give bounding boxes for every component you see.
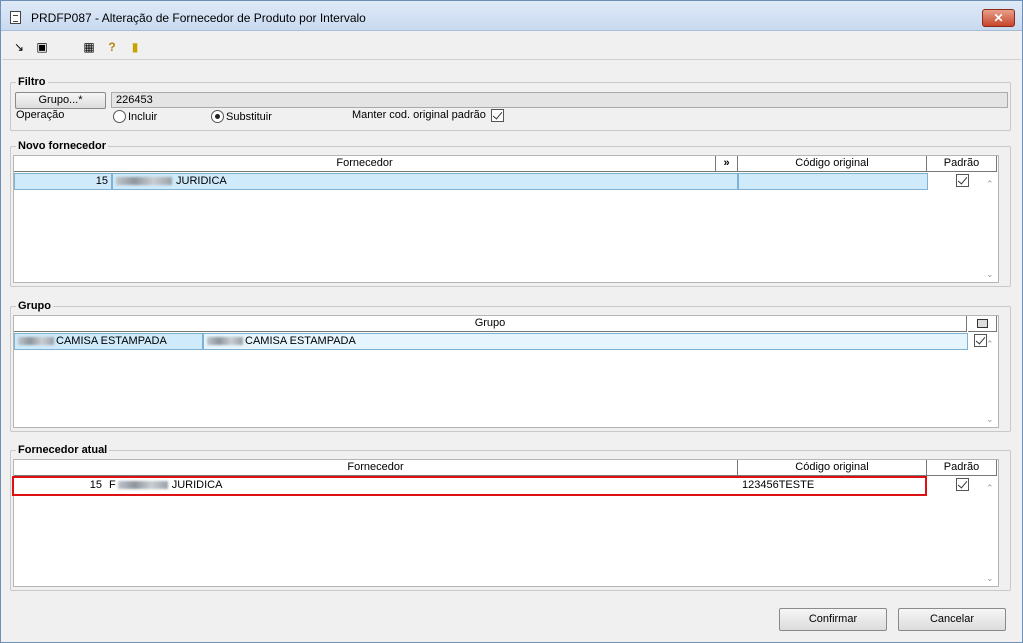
padrao-checkbox[interactable] (956, 478, 969, 491)
main-window: PRDFP087 - Alteração de Fornecedor de Pr… (0, 0, 1023, 643)
substituir-label[interactable]: Substituir (226, 111, 272, 124)
redacted-text (117, 481, 168, 490)
confirmar-button[interactable]: Confirmar (779, 608, 887, 631)
redacted-text (18, 337, 54, 346)
col-header-fornecedor[interactable]: Fornecedor (14, 156, 716, 172)
col-header-fornecedor[interactable]: Fornecedor (14, 460, 738, 476)
vertical-scrollbar[interactable]: ⌃ ⌄ (982, 336, 998, 427)
col-header-codigo-original[interactable]: Código original (738, 460, 927, 476)
novo-fornecedor-legend: Novo fornecedor (16, 140, 109, 152)
table-row[interactable]: 15 JURIDICA (14, 173, 997, 190)
grupo-legend: Grupo (16, 300, 53, 312)
grupo-cell-2[interactable]: CAMISA ESTAMPADA (203, 333, 968, 350)
grupo-button-label: Grupo...* (38, 94, 83, 106)
grupo-col1-text: CAMISA ESTAMPADA (56, 335, 167, 347)
copy-icon[interactable]: ▣ (34, 39, 50, 55)
help-icon[interactable]: ? (104, 39, 120, 55)
scroll-down-icon[interactable]: ⌄ (986, 270, 994, 279)
grupo-value-field[interactable]: 226453 (111, 92, 1008, 108)
redacted-text (116, 177, 172, 186)
scroll-up-icon[interactable]: ⌃ (986, 484, 994, 493)
table-row[interactable]: 15 F JURIDICA 123456TESTE (14, 477, 997, 494)
grupo-group: Grupo Grupo CAMISA ESTAMPADA CAMISA ESTA… (10, 300, 1011, 432)
title-bar: PRDFP087 - Alteração de Fornecedor de Pr… (1, 1, 1022, 31)
codigo-original-cell[interactable]: 123456TESTE (738, 477, 928, 494)
fornecedor-atual-group: Fornecedor atual Fornecedor Código origi… (10, 444, 1011, 591)
grupo-cell-1[interactable]: CAMISA ESTAMPADA (14, 333, 203, 350)
redacted-text (207, 337, 243, 346)
nome-cell[interactable]: JURIDICA (112, 173, 738, 190)
nome-prefix: F (109, 479, 116, 491)
calendar-icon[interactable]: ▦ (81, 39, 97, 55)
grupo-col2-text: CAMISA ESTAMPADA (245, 335, 356, 347)
col-header-expand[interactable]: » (716, 156, 738, 172)
scroll-up-icon[interactable]: ⌃ (986, 180, 994, 189)
incluir-label[interactable]: Incluir (128, 111, 157, 124)
close-button[interactable]: ✕ (982, 9, 1015, 27)
grupo-button[interactable]: Grupo...* (15, 92, 106, 109)
padrao-checkbox[interactable] (956, 174, 969, 187)
grupo-grid: Grupo CAMISA ESTAMPADA CAMISA ESTAMPADA … (13, 315, 999, 428)
novo-fornecedor-group: Novo fornecedor Fornecedor » Código orig… (10, 140, 1011, 287)
window-title: PRDFP087 - Alteração de Fornecedor de Pr… (31, 11, 366, 25)
exit-door-icon[interactable]: ▮ (127, 39, 143, 55)
vertical-scrollbar[interactable]: ⌃ ⌄ (982, 176, 998, 282)
select-all-icon (976, 318, 988, 328)
col-header-padrao[interactable]: Padrão (927, 460, 997, 476)
scroll-up-icon[interactable]: ⌃ (986, 340, 994, 349)
col-header-select-all[interactable] (968, 316, 997, 332)
filtro-legend: Filtro (16, 76, 48, 88)
novo-fornecedor-grid: Fornecedor » Código original Padrão 15 J… (13, 155, 999, 283)
nome-text: JURIDICA (176, 175, 227, 187)
vertical-scrollbar[interactable]: ⌃ ⌄ (982, 480, 998, 586)
arrow-in-icon[interactable]: ↘ (11, 39, 27, 55)
scroll-down-icon[interactable]: ⌄ (986, 415, 994, 424)
fornecedor-atual-grid: Fornecedor Código original Padrão 15 F JU… (12, 459, 999, 587)
col-header-codigo-original[interactable]: Código original (738, 156, 927, 172)
fornecedor-atual-legend: Fornecedor atual (16, 444, 110, 456)
manter-cod-checkbox[interactable] (491, 109, 504, 122)
filtro-group: Filtro Grupo...* 226453 Operação Incluir… (10, 76, 1011, 131)
manter-cod-label: Manter cod. original padrão (352, 109, 486, 121)
cancelar-button[interactable]: Cancelar (898, 608, 1006, 631)
nome-text: JURIDICA (171, 479, 223, 491)
document-icon (10, 11, 21, 24)
incluir-radio[interactable] (113, 110, 126, 123)
codigo-original-cell[interactable] (738, 173, 928, 190)
toolbar: ↘ ▣ ▦ ? ▮ (2, 32, 1021, 60)
table-row[interactable]: CAMISA ESTAMPADA CAMISA ESTAMPADA (14, 333, 997, 350)
scroll-down-icon[interactable]: ⌄ (986, 574, 994, 583)
nome-cell[interactable]: F JURIDICA (106, 477, 738, 494)
operacao-label: Operação (16, 109, 65, 121)
codigo-cell[interactable]: 15 (14, 477, 106, 494)
col-header-padrao[interactable]: Padrão (927, 156, 997, 172)
substituir-radio[interactable] (211, 110, 224, 123)
col-header-grupo[interactable]: Grupo (14, 316, 967, 332)
codigo-cell[interactable]: 15 (14, 173, 112, 190)
